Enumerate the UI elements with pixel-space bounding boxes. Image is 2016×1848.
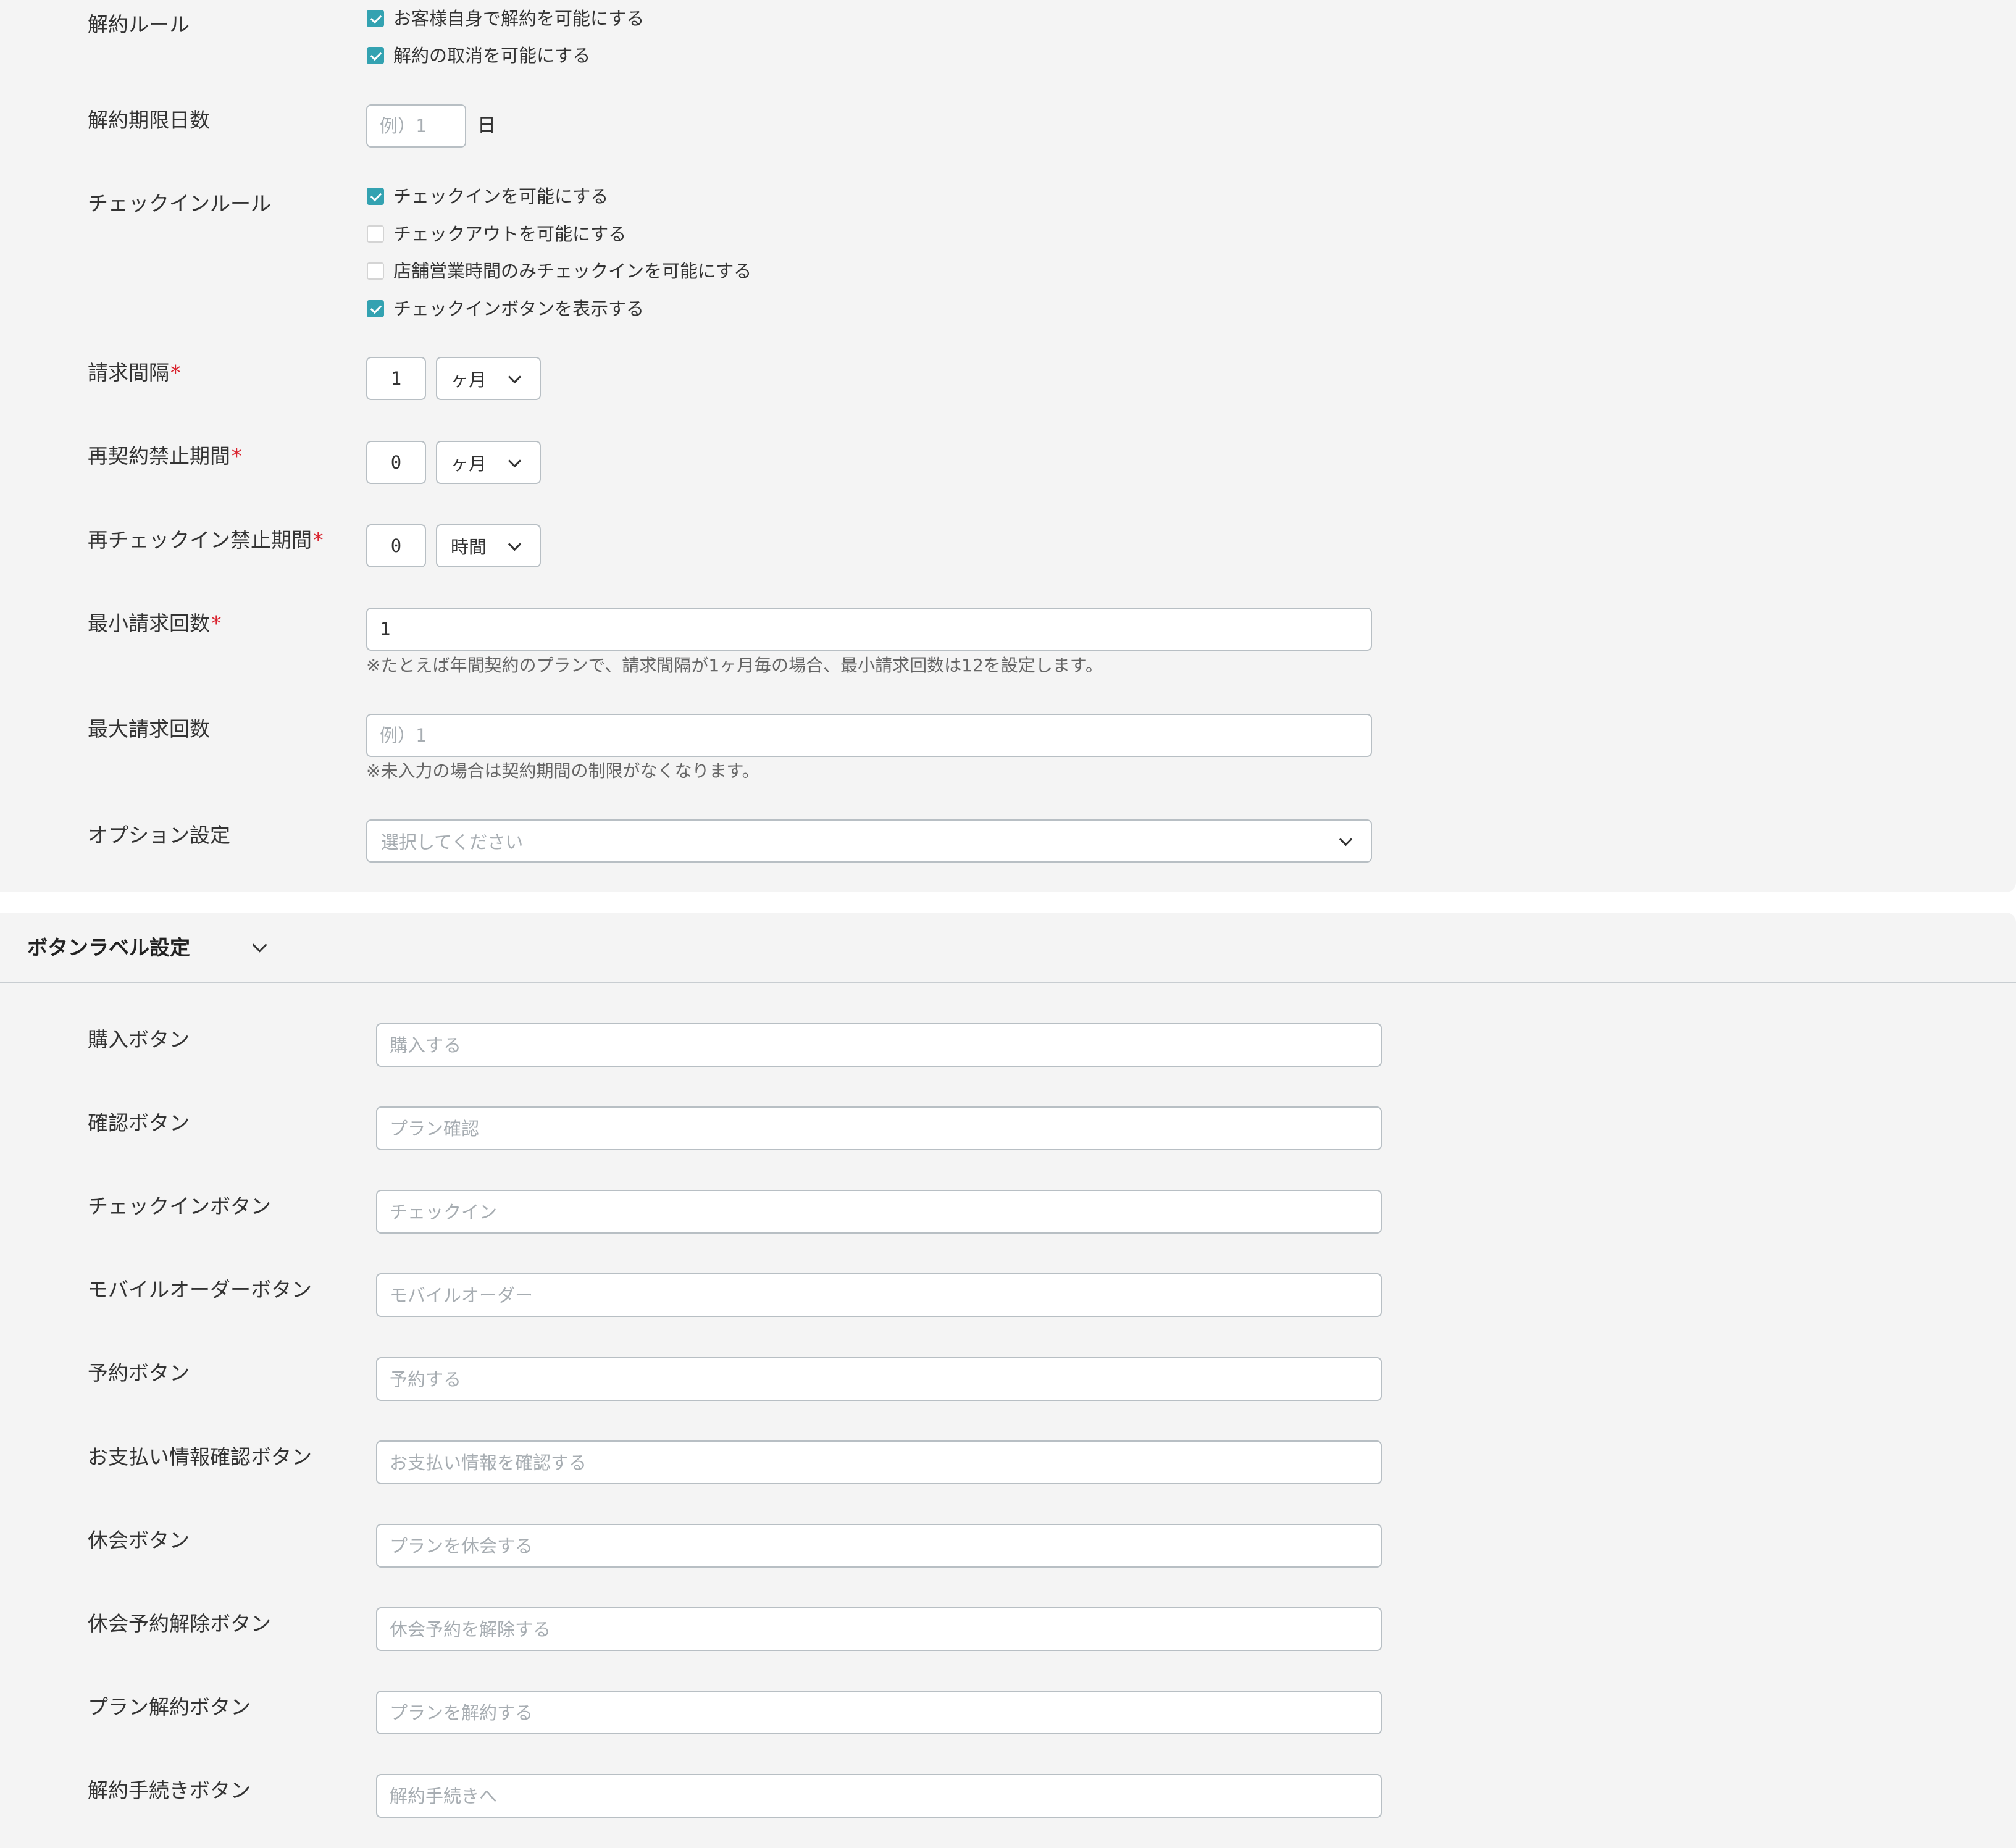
- recheckin-ban-unit-select[interactable]: 時間: [436, 524, 541, 567]
- recheckin-ban-label: 再チェックイン禁止期間*: [88, 528, 324, 552]
- cancel-suspension-button-input[interactable]: [376, 1607, 1382, 1651]
- checkin-button-input[interactable]: [376, 1190, 1382, 1234]
- plan-cancel-button-input[interactable]: [376, 1691, 1382, 1734]
- cancel-deadline-unit: 日: [477, 115, 496, 136]
- mobile-order-button-input[interactable]: [376, 1273, 1382, 1317]
- plan-cancel-button-label: プラン解約ボタン: [88, 1695, 251, 1719]
- max-billing-count-label: 最大請求回数: [88, 717, 210, 741]
- max-billing-count-hint: ※未入力の場合は契約期間の制限がなくなります。: [366, 761, 759, 781]
- enable-checkin-checkbox-label: チェックインを可能にする: [393, 186, 609, 207]
- checkin-button-label: チェックインボタン: [88, 1194, 271, 1218]
- min-billing-count-hint: ※たとえば年間契約のプランで、請求間隔が1ヶ月毎の場合、最小請求回数は12を設定…: [366, 655, 1103, 675]
- chevron-down-icon: [508, 454, 522, 468]
- button-label-section-title: ボタンラベル設定: [27, 935, 190, 960]
- self-cancel-checkbox[interactable]: [367, 10, 384, 27]
- max-billing-count-input[interactable]: [366, 714, 1372, 757]
- chevron-down-icon: [508, 537, 522, 551]
- chevron-down-icon: [508, 370, 522, 384]
- confirm-button-input[interactable]: [376, 1106, 1382, 1150]
- required-mark: *: [313, 528, 324, 552]
- billing-interval-label: 請求間隔*: [88, 361, 181, 385]
- cancel-undo-checkbox-label: 解約の取消を可能にする: [393, 45, 591, 66]
- required-mark: *: [211, 611, 222, 635]
- plan-settings-panel: [0, 0, 2016, 892]
- recontract-ban-unit-select[interactable]: ヶ月: [436, 441, 541, 484]
- self-cancel-checkbox-label: お客様自身で解約を可能にする: [393, 8, 645, 29]
- reservation-button-label: 予約ボタン: [88, 1361, 190, 1385]
- mobile-order-button-label: モバイルオーダーボタン: [88, 1277, 312, 1302]
- chevron-down-icon: [1339, 832, 1353, 847]
- business-hours-checkin-checkbox[interactable]: [367, 262, 384, 280]
- required-mark: *: [232, 444, 242, 468]
- cancel-undo-checkbox[interactable]: [367, 47, 384, 64]
- required-mark: *: [170, 361, 181, 385]
- payment-info-button-input[interactable]: [376, 1440, 1382, 1484]
- billing-interval-input[interactable]: [366, 357, 426, 400]
- suspend-button-label: 休会ボタン: [88, 1528, 190, 1552]
- cancel-deadline-label: 解約期限日数: [88, 108, 210, 132]
- cancel-procedure-button-input[interactable]: [376, 1774, 1382, 1818]
- recontract-ban-label: 再契約禁止期間*: [88, 444, 242, 468]
- show-checkin-button-checkbox[interactable]: [367, 300, 384, 317]
- show-checkin-button-checkbox-label: チェックインボタンを表示する: [393, 298, 645, 319]
- cancellation-rule-label: 解約ルール: [88, 12, 190, 36]
- cancel-suspension-button-label: 休会予約解除ボタン: [88, 1612, 271, 1636]
- enable-checkout-checkbox-label: チェックアウトを可能にする: [393, 224, 627, 245]
- min-billing-count-label: 最小請求回数*: [88, 611, 222, 635]
- option-settings-label: オプション設定: [88, 823, 230, 847]
- purchase-button-label: 購入ボタン: [88, 1027, 190, 1052]
- recheckin-ban-input[interactable]: [366, 524, 426, 567]
- cancel-deadline-input[interactable]: [366, 104, 466, 148]
- suspend-button-input[interactable]: [376, 1524, 1382, 1568]
- option-settings-select[interactable]: 選択してください: [366, 819, 1372, 863]
- enable-checkout-checkbox[interactable]: [367, 225, 384, 243]
- recontract-ban-input[interactable]: [366, 441, 426, 484]
- confirm-button-label: 確認ボタン: [88, 1111, 190, 1135]
- billing-interval-unit-select[interactable]: ヶ月: [436, 357, 541, 400]
- purchase-button-input[interactable]: [376, 1023, 1382, 1067]
- payment-info-button-label: お支払い情報確認ボタン: [88, 1445, 312, 1469]
- checkin-rule-label: チェックインルール: [88, 191, 271, 215]
- min-billing-count-input[interactable]: [366, 608, 1372, 651]
- reservation-button-input[interactable]: [376, 1357, 1382, 1401]
- section-divider: [0, 982, 2016, 983]
- cancel-procedure-button-label: 解約手続きボタン: [88, 1778, 251, 1802]
- enable-checkin-checkbox[interactable]: [367, 188, 384, 205]
- business-hours-checkin-checkbox-label: 店舗営業時間のみチェックインを可能にする: [393, 261, 752, 282]
